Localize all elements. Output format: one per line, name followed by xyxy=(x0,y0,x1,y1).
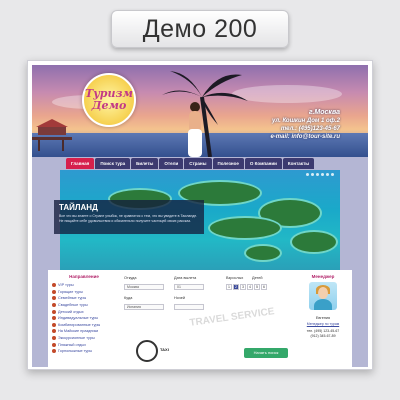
sidebar-item[interactable]: Свадебные туры xyxy=(52,302,116,309)
header-email[interactable]: e-mail: info@tour-site.ru xyxy=(270,133,340,141)
directions-sidebar: Направление VIP туры Горящие туры Семейн… xyxy=(52,274,116,355)
slider-dots[interactable] xyxy=(306,173,334,176)
nav-item-contacts[interactable]: Контакты xyxy=(282,158,315,169)
tour-search-form: Откуда Москва Дата вылета 01 Взрослых Де… xyxy=(122,274,292,364)
site: Туризм Демо г.Москва ул. Кошкин Дом 1 оф… xyxy=(32,65,368,367)
children-label: Детей xyxy=(252,276,263,280)
site-header: Туризм Демо г.Москва ул. Кошкин Дом 1 оф… xyxy=(32,65,368,157)
bullet-icon xyxy=(52,303,56,308)
header-address: ул. Кошкин Дом 1 оф.2 xyxy=(272,118,340,124)
from-label: Откуда xyxy=(124,276,137,280)
manager-role-link[interactable]: Менеджер по турам xyxy=(298,322,348,326)
manager-heading: Менеджер xyxy=(311,274,335,279)
date-field[interactable]: 01 xyxy=(174,284,204,290)
content-area: Направление VIP туры Горящие туры Семейн… xyxy=(48,270,352,367)
nav-item-countries[interactable]: Страны xyxy=(184,158,212,169)
sidebar-heading: Направление xyxy=(69,274,99,279)
search-submit-button[interactable]: Начать поиск xyxy=(244,348,288,358)
manager-name: Евгения xyxy=(315,316,331,320)
nav-item-useful[interactable]: Полезное xyxy=(212,158,244,169)
date-label: Дата вылета xyxy=(174,276,197,280)
woman-figure-icon xyxy=(188,102,202,157)
adults-option-selected[interactable]: 2 xyxy=(233,284,239,290)
sidebar-item[interactable]: Семейные туры xyxy=(52,295,116,302)
country-label: Куда xyxy=(124,296,133,300)
bullet-icon xyxy=(52,329,56,334)
bullet-icon xyxy=(52,349,56,354)
manager-phone: тел. (495) 123-45-67 (912) 345-67-89 xyxy=(306,329,340,338)
sidebar-item[interactable]: Комбинированные туры xyxy=(52,322,116,329)
sidebar-item[interactable]: VIP туры xyxy=(52,282,116,289)
header-city: г.Москва xyxy=(308,109,340,116)
bullet-icon xyxy=(52,289,56,294)
nav-item-hotels[interactable]: Отели xyxy=(159,158,184,169)
adults-option[interactable]: 3 xyxy=(240,284,246,290)
bullet-icon xyxy=(52,342,56,347)
country-field[interactable]: Испания xyxy=(124,304,164,310)
bullet-icon xyxy=(52,316,56,321)
hero-caption: ТАЙЛАНД Все что вы знаете о Стране улыбо… xyxy=(54,200,204,234)
sidebar-item[interactable]: Экскурсионные туры xyxy=(52,335,116,342)
manager-panel: Менеджер Евгения Менеджер по турам тел. … xyxy=(298,274,348,339)
pier-icon xyxy=(32,119,72,151)
bullet-icon xyxy=(52,336,56,341)
adults-option[interactable]: 4 xyxy=(247,284,253,290)
header-phone: тел.: (495)123-45-67 xyxy=(280,126,340,132)
nights-label: Ночей xyxy=(174,296,185,300)
from-field[interactable]: Москва xyxy=(124,284,164,290)
nav-item-about[interactable]: О Компании xyxy=(244,158,282,169)
sidebar-item[interactable]: Горящие туры xyxy=(52,289,116,296)
bullet-icon xyxy=(52,309,56,314)
site-screenshot-frame: Туризм Демо г.Москва ул. Кошкин Дом 1 оф… xyxy=(27,60,373,370)
adults-label: Взрослых xyxy=(226,276,244,280)
sidebar-item[interactable]: Индивидуальные туры xyxy=(52,315,116,322)
bullet-icon xyxy=(52,296,56,301)
adults-option[interactable]: 1 xyxy=(226,284,232,290)
island xyxy=(246,246,280,260)
hero-title: ТАЙЛАНД xyxy=(59,203,98,212)
bullet-icon xyxy=(52,283,56,288)
manager-avatar xyxy=(309,282,337,310)
taxi-label: TAXI xyxy=(160,347,169,352)
sidebar-item[interactable]: Детский отдых xyxy=(52,308,116,315)
demo-badge: Демо 200 xyxy=(111,10,289,48)
logo-line2: Демо xyxy=(91,99,127,112)
sidebar-item[interactable]: Горнолыжные туры xyxy=(52,348,116,355)
adults-option[interactable]: 5 xyxy=(254,284,260,290)
site-logo[interactable]: Туризм Демо xyxy=(82,73,136,127)
nav-item-tour-search[interactable]: Поиск тура xyxy=(95,158,131,169)
island xyxy=(292,232,336,252)
nav-item-tickets[interactable]: Билеты xyxy=(131,158,159,169)
hero-text: Все что вы знаете о Стране улыбок, не ср… xyxy=(59,214,198,223)
nav-item-home[interactable]: Главная xyxy=(66,158,95,169)
bullet-icon xyxy=(52,322,56,327)
header-contacts: г.Москва ул. Кошкин Дом 1 оф.2 тел.: (49… xyxy=(270,109,340,141)
island xyxy=(210,218,280,238)
nights-field[interactable] xyxy=(174,304,204,310)
sidebar-item[interactable]: На Майские праздники xyxy=(52,328,116,335)
sidebar-item[interactable]: Пляжный отдых xyxy=(52,341,116,348)
main-nav: Главная Поиск тура Билеты Отели Страны П… xyxy=(66,158,315,169)
adults-option[interactable]: 6 xyxy=(261,284,267,290)
taxi-logo-icon xyxy=(136,340,158,362)
